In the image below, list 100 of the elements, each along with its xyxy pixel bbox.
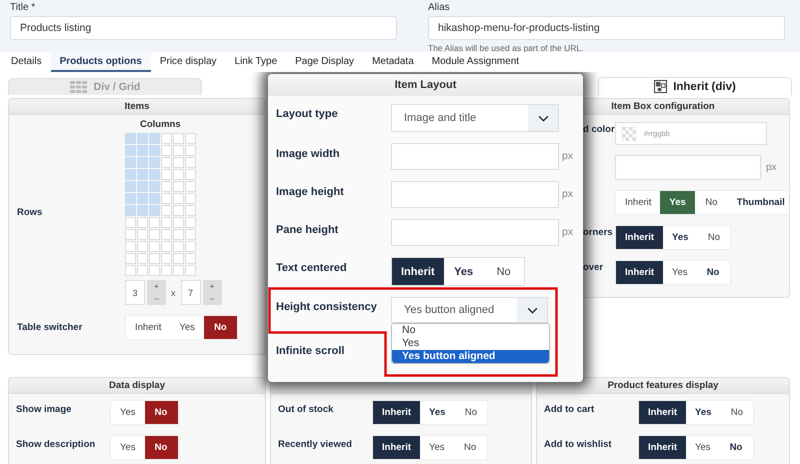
grid-cell[interactable] [173, 145, 184, 156]
grid-cell[interactable] [161, 157, 172, 168]
alias-field[interactable]: hikashop-menu-for-products-listing [428, 16, 785, 40]
tab[interactable]: Products options [50, 52, 151, 72]
grid-cell[interactable] [173, 217, 184, 228]
grid-cell[interactable] [125, 265, 136, 276]
dropdown-option[interactable]: Yes button aligned [392, 350, 549, 363]
grid-cell[interactable] [173, 157, 184, 168]
grid-cell[interactable] [125, 229, 136, 240]
grid-cell[interactable] [185, 205, 196, 216]
grid-cell[interactable] [161, 241, 172, 252]
toggle-option[interactable]: No [144, 436, 178, 459]
tab[interactable]: Module Assignment [422, 52, 528, 72]
grid-cell[interactable] [125, 205, 136, 216]
grid-cell[interactable] [161, 229, 172, 240]
tab[interactable]: Metadata [363, 52, 423, 72]
grid-cell[interactable] [137, 145, 148, 156]
select-field[interactable]: Image and title [391, 104, 559, 132]
grid-cell[interactable] [137, 217, 148, 228]
grid-cell[interactable] [185, 181, 196, 192]
grid-cell[interactable] [137, 253, 148, 264]
grid-cell[interactable] [137, 241, 148, 252]
grid-cell[interactable] [125, 169, 136, 180]
toggle-option[interactable]: Inherit [639, 436, 686, 459]
toggle-option[interactable]: Inherit [616, 261, 664, 284]
dropdown-option[interactable]: No [392, 324, 549, 337]
grid-cell[interactable] [149, 193, 160, 204]
grid-cell[interactable] [149, 169, 160, 180]
toggle-option[interactable]: No [144, 401, 178, 424]
text-field[interactable] [391, 219, 559, 246]
grid-cell[interactable] [125, 217, 136, 228]
grid-cell[interactable] [161, 169, 172, 180]
grid-cell[interactable] [149, 181, 160, 192]
tab[interactable]: Link Type [226, 52, 286, 72]
grid-cell[interactable] [173, 169, 184, 180]
text-field[interactable] [391, 143, 559, 170]
grid-cell[interactable] [149, 241, 160, 252]
grid-cell[interactable] [161, 205, 172, 216]
grid-cell[interactable] [173, 181, 184, 192]
grid-cell[interactable] [125, 193, 136, 204]
toggle-option[interactable]: Inherit [639, 401, 686, 424]
toggle-option[interactable]: Yes [660, 191, 695, 214]
grid-cell[interactable] [161, 265, 172, 276]
grid-cell[interactable] [137, 193, 148, 204]
grid-cell[interactable] [185, 241, 196, 252]
grid-cell[interactable] [125, 145, 136, 156]
number-field[interactable]: 7 [180, 280, 200, 305]
grid-cell[interactable] [185, 133, 196, 144]
grid-cell[interactable] [185, 217, 196, 228]
grid-cell[interactable] [149, 133, 160, 144]
grid-cell[interactable] [137, 181, 148, 192]
text-field[interactable] [615, 155, 761, 180]
number-field[interactable]: 3 [125, 280, 145, 305]
grid-cell[interactable] [125, 241, 136, 252]
grid-cell[interactable] [125, 157, 136, 168]
toggle-option[interactable]: No [204, 316, 237, 339]
grid-cell[interactable] [161, 145, 172, 156]
grid-cell[interactable] [137, 157, 148, 168]
select-field[interactable]: Yes button aligned [391, 297, 548, 323]
layout-tab[interactable]: Inherit (div) [598, 77, 792, 95]
grid-cell[interactable] [173, 253, 184, 264]
grid-cell[interactable] [161, 181, 172, 192]
grid-cell[interactable] [173, 193, 184, 204]
grid-cell[interactable] [125, 253, 136, 264]
title-field[interactable]: Products listing [10, 16, 397, 40]
dropdown-option[interactable]: Yes [392, 337, 549, 350]
grid-cell[interactable] [137, 229, 148, 240]
grid-cell[interactable] [137, 133, 148, 144]
grid-cell[interactable] [149, 265, 160, 276]
grid-cell[interactable] [161, 133, 172, 144]
grid-cell[interactable] [185, 169, 196, 180]
toggle-option[interactable]: Inherit [616, 226, 664, 249]
grid-cell[interactable] [185, 145, 196, 156]
grid-cell[interactable] [185, 229, 196, 240]
grid-cell[interactable] [185, 265, 196, 276]
grid-cell[interactable] [173, 265, 184, 276]
grid-cell[interactable] [149, 253, 160, 264]
grid-cell[interactable] [149, 217, 160, 228]
grid-cell[interactable] [125, 133, 136, 144]
grid-cell[interactable] [137, 265, 148, 276]
grid-cell[interactable] [185, 157, 196, 168]
grid-cell[interactable] [173, 133, 184, 144]
grid-cell[interactable] [149, 157, 160, 168]
grid-cell[interactable] [149, 229, 160, 240]
tab[interactable]: Price display [150, 52, 226, 72]
grid-cell[interactable] [161, 193, 172, 204]
grid-cell[interactable] [173, 229, 184, 240]
toggle-option[interactable]: Inherit [373, 401, 420, 424]
grid-cell[interactable] [185, 253, 196, 264]
grid-cell[interactable] [149, 145, 160, 156]
grid-cell[interactable] [173, 241, 184, 252]
grid-cell[interactable] [173, 205, 184, 216]
grid-cell[interactable] [161, 253, 172, 264]
grid-cell[interactable] [149, 205, 160, 216]
grid-cell[interactable] [161, 217, 172, 228]
toggle-option[interactable]: Inherit [373, 436, 420, 459]
tab[interactable]: Details [2, 52, 51, 72]
text-field[interactable] [391, 181, 559, 208]
toggle-option[interactable]: Inherit [392, 258, 444, 285]
grid-cell[interactable] [185, 193, 196, 204]
